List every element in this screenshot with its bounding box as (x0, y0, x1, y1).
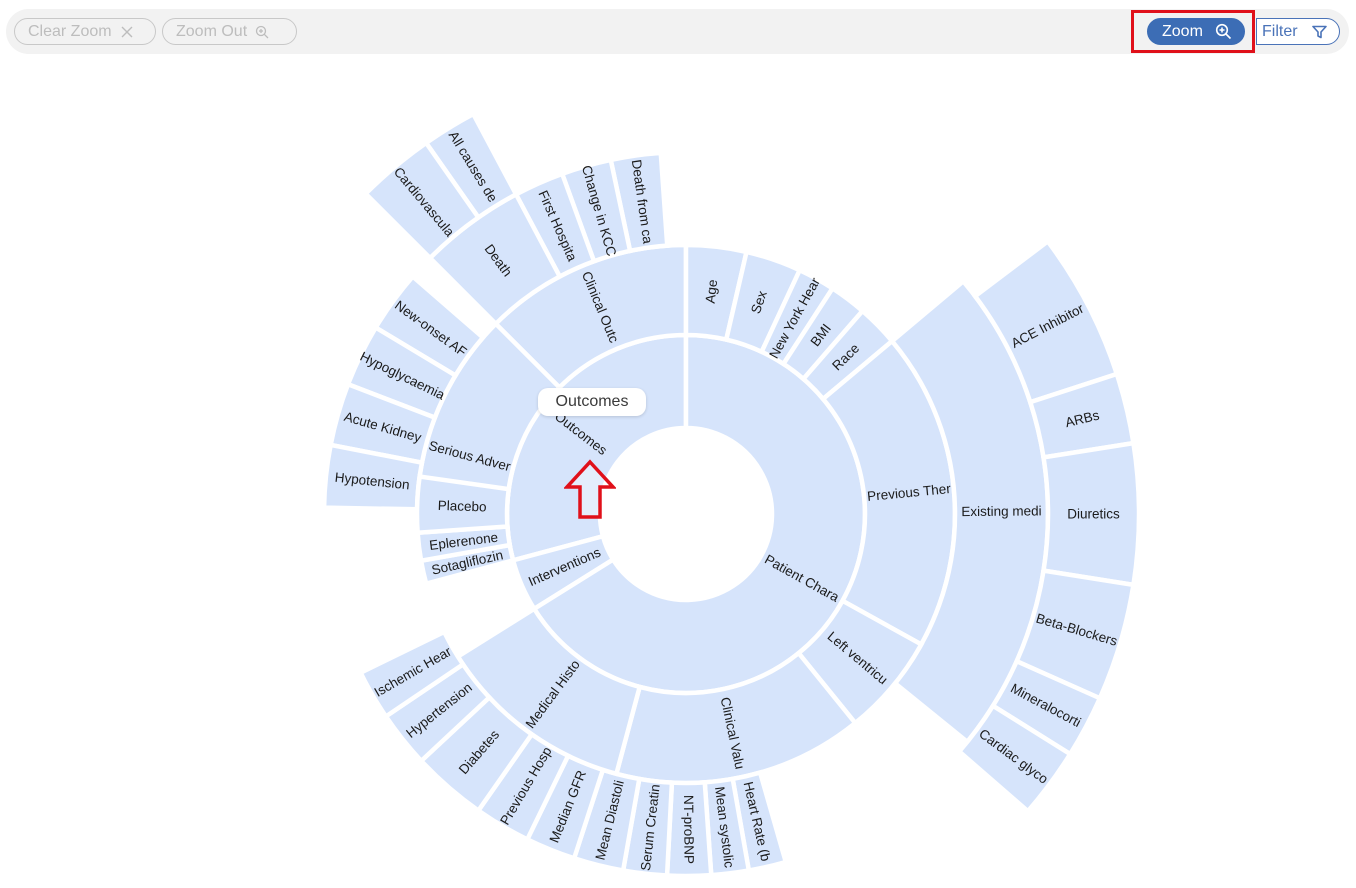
segment-label-diuretics: Diuretics (1067, 507, 1120, 522)
segment-label-existing-medi: Existing medi (961, 503, 1041, 519)
segment-label-nt-probnp: NT-proBNP (681, 795, 697, 864)
segment-label-placebo: Placebo (437, 498, 486, 515)
sunburst-chart: OutcomesClinical OutcDeath from caChange… (321, 110, 1142, 879)
segment-tooltip: Outcomes (538, 388, 646, 416)
segment-label-age: Age (703, 279, 721, 305)
